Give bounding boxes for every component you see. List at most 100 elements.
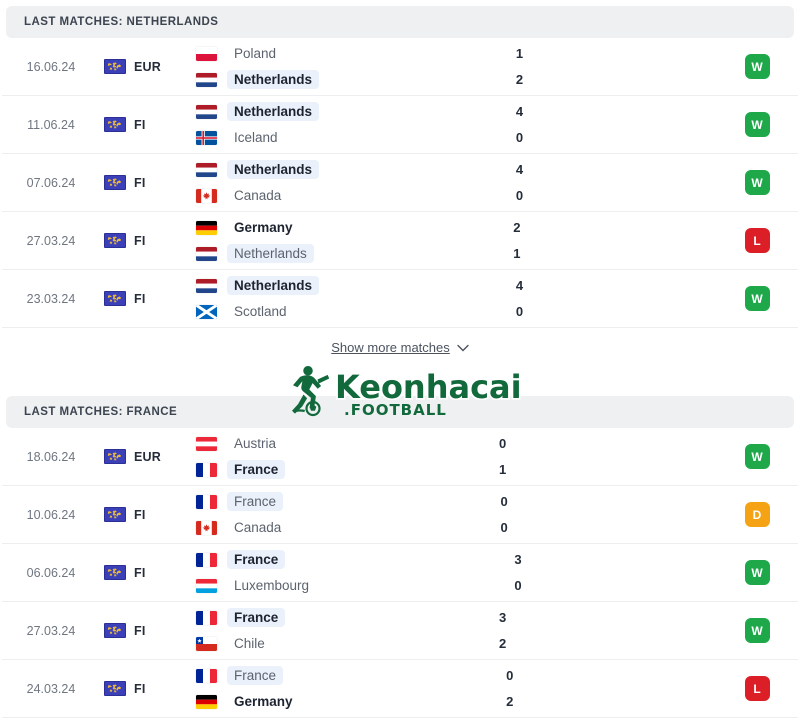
team-line: Austria (196, 431, 428, 457)
section-title: LAST MATCHES: NETHERLANDS (24, 16, 219, 28)
status-badge: L (744, 228, 770, 253)
score-cell: 30 (443, 547, 593, 599)
teams-cell: France Canada (190, 489, 429, 541)
status-badge: W (744, 112, 770, 137)
team-name[interactable]: Chile (227, 634, 272, 653)
competition-cell[interactable]: FI (100, 291, 190, 306)
home-score: 2 (513, 219, 521, 235)
team-line: Netherlands (196, 67, 445, 93)
team-line: Luxembourg (196, 573, 443, 599)
home-score: 4 (515, 277, 524, 293)
match-date: 24.03.24 (26, 681, 76, 696)
result-cell: L (720, 676, 794, 701)
away-score: 0 (515, 187, 524, 203)
flag-icon-fr (196, 610, 217, 625)
teams-cell: France Luxembourg (190, 547, 443, 599)
team-name[interactable]: Luxembourg (227, 576, 316, 595)
world-globe-icon (104, 59, 126, 74)
team-name[interactable]: Netherlands (227, 160, 320, 179)
table-row[interactable]: 07.06.24 FI Netherlands Canada 4 0 W (2, 154, 798, 212)
team-line: Canada (196, 515, 429, 541)
team-line: France (196, 663, 435, 689)
away-score: 2 (515, 71, 524, 87)
competition-cell[interactable]: FI (100, 681, 190, 696)
team-name[interactable]: Poland (227, 44, 283, 63)
table-row[interactable]: 10.06.24 FI France Canada 0 0 D (2, 486, 798, 544)
match-date: 16.06.24 (26, 59, 76, 74)
competition-cell[interactable]: FI (100, 565, 190, 580)
flag-icon-fr (196, 462, 217, 477)
table-row[interactable]: 24.03.24 FI France Germany 0 2 L (2, 660, 798, 718)
world-globe-icon (104, 291, 126, 306)
table-row[interactable]: 18.06.24 EUR Austria France 0 1 W (2, 428, 798, 486)
team-line: Germany (196, 689, 435, 715)
table-row[interactable]: 06.06.24 FI France Luxembourg 3 0 W (2, 544, 798, 602)
flag-icon-nl (196, 104, 217, 119)
competition-cell[interactable]: EUR (100, 59, 190, 74)
world-globe-icon (104, 681, 126, 696)
team-name[interactable]: Canada (227, 518, 288, 537)
team-line: Germany (196, 215, 442, 241)
result-cell: W (720, 560, 794, 585)
score-cell: 00 (429, 489, 579, 541)
team-name[interactable]: France (227, 550, 286, 569)
table-row[interactable]: 11.06.24 FI Netherlands Iceland 4 0 W (2, 96, 798, 154)
competition-cell[interactable]: FI (100, 623, 190, 638)
section-header: LAST MATCHES: NETHERLANDS (6, 6, 794, 38)
match-section: LAST MATCHES: FRANCE 18.06.24 EUR Austria Fr… (0, 396, 800, 718)
show-more-matches-button[interactable]: Show more matches (331, 340, 469, 355)
show-more-wrap: Show more matches (0, 328, 800, 390)
world-globe-icon (104, 117, 126, 132)
team-name[interactable]: France (227, 492, 284, 511)
score-cell: 40 (445, 157, 595, 209)
show-more-label: Show more matches (331, 340, 450, 355)
competition-name: EUR (134, 59, 161, 74)
match-date: 07.06.24 (26, 175, 76, 190)
team-name[interactable]: Netherlands (227, 102, 320, 121)
table-row[interactable]: 23.03.24 FI Netherlands Scotland 4 0 W (2, 270, 798, 328)
team-name[interactable]: Scotland (227, 302, 294, 321)
team-line: Scotland (196, 299, 445, 325)
flag-icon-nl (196, 162, 217, 177)
team-name[interactable]: Netherlands (227, 276, 320, 295)
score-cell: 21 (442, 215, 592, 267)
team-name[interactable]: Netherlands (227, 244, 314, 263)
away-score: 0 (500, 519, 508, 535)
teams-cell: France Germany (190, 663, 435, 715)
team-name[interactable]: France (227, 608, 286, 627)
flag-icon-de (196, 694, 217, 709)
competition-cell[interactable]: FI (100, 507, 190, 522)
team-name[interactable]: Austria (227, 434, 283, 453)
flag-icon-fr (196, 668, 217, 683)
table-row[interactable]: 27.03.24 FI France Chile 3 2 W (2, 602, 798, 660)
team-line: Chile (196, 631, 428, 657)
result-cell: W (720, 54, 794, 79)
table-row[interactable]: 27.03.24 FI Germany Netherlands 2 1 L (2, 212, 798, 270)
match-date: 27.03.24 (26, 623, 76, 638)
competition-name: FI (134, 233, 146, 248)
match-date: 06.06.24 (26, 565, 76, 580)
competition-cell[interactable]: EUR (100, 449, 190, 464)
status-badge: L (744, 676, 770, 701)
team-name[interactable]: Germany (227, 218, 300, 237)
team-name[interactable]: France (227, 460, 286, 479)
team-name[interactable]: France (227, 666, 284, 685)
competition-cell[interactable]: FI (100, 233, 190, 248)
teams-cell: Netherlands Scotland (190, 273, 445, 325)
team-name[interactable]: Netherlands (227, 70, 320, 89)
competition-cell[interactable]: FI (100, 117, 190, 132)
team-name[interactable]: Germany (227, 692, 300, 711)
teams-cell: Netherlands Iceland (190, 99, 445, 151)
section-header: LAST MATCHES: FRANCE (6, 396, 794, 428)
home-score: 3 (499, 609, 507, 625)
world-globe-icon (104, 175, 126, 190)
flag-icon-fr (196, 494, 217, 509)
team-line: France (196, 457, 428, 483)
score-cell: 01 (428, 431, 578, 483)
team-name[interactable]: Canada (227, 186, 288, 205)
competition-cell[interactable]: FI (100, 175, 190, 190)
team-name[interactable]: Iceland (227, 128, 285, 147)
result-cell: L (720, 228, 794, 253)
table-row[interactable]: 16.06.24 EUR Poland Netherlands 1 2 W (2, 38, 798, 96)
flag-icon-sc (196, 304, 217, 319)
